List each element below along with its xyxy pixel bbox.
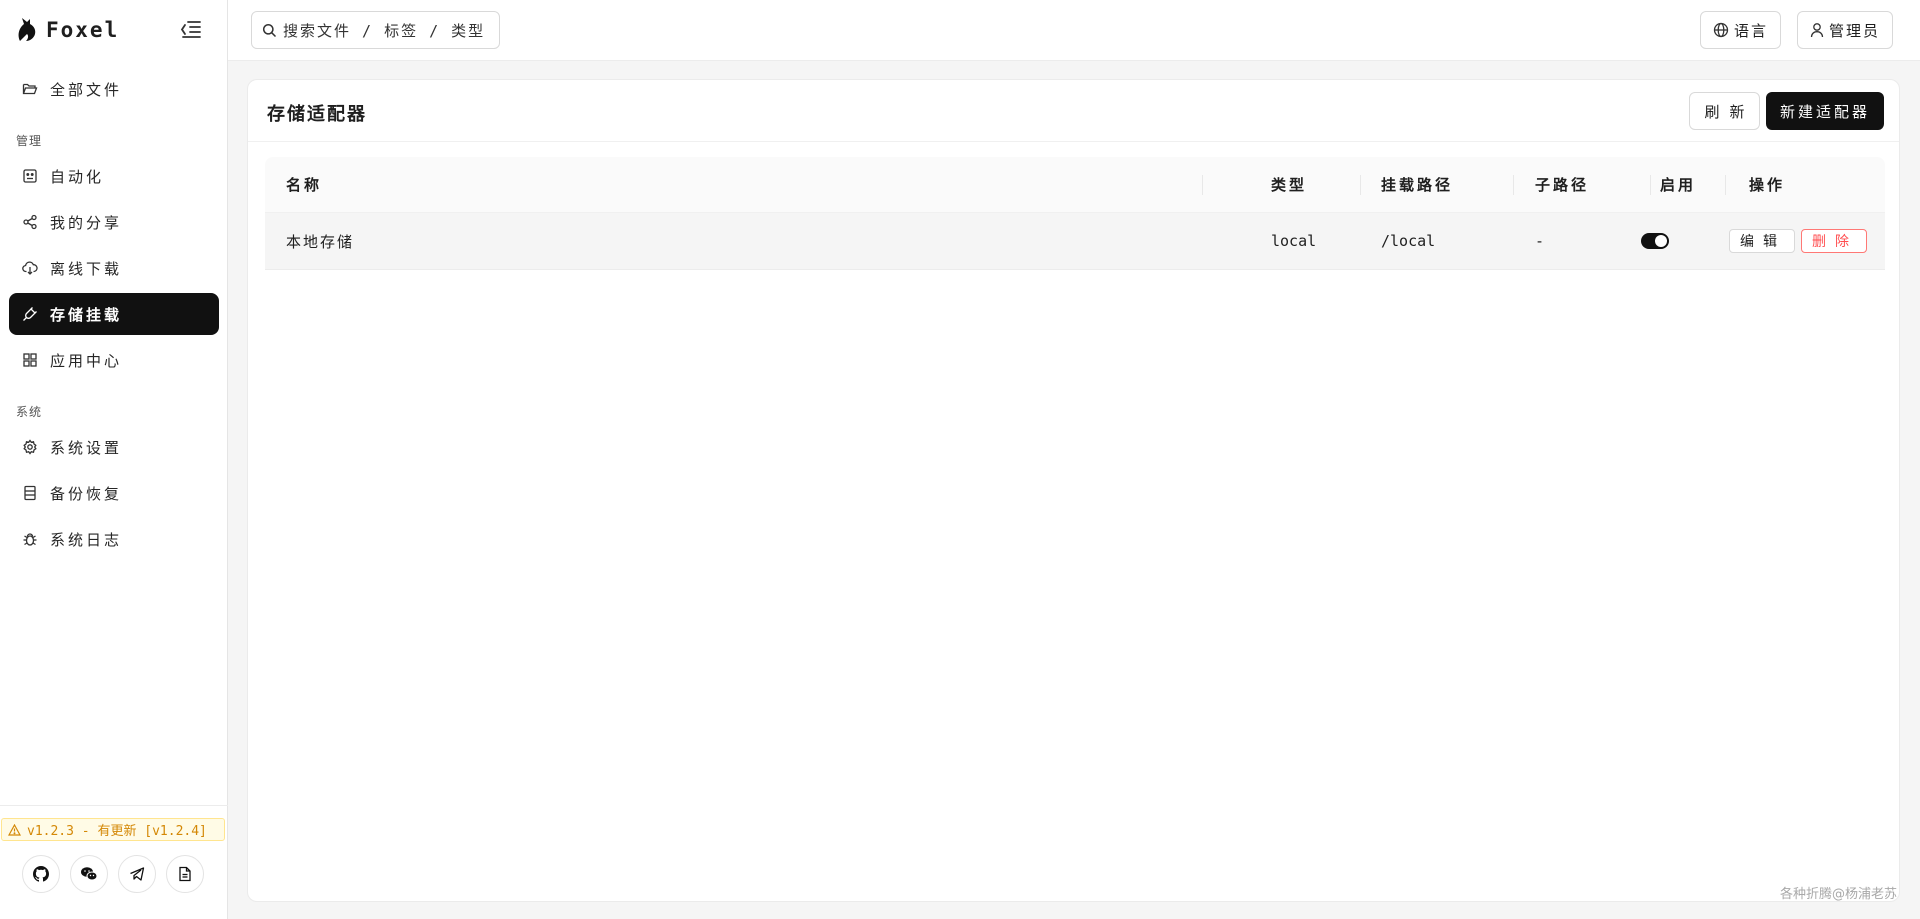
plug-icon bbox=[22, 306, 38, 322]
sidebar-item-label: 离线下载 bbox=[50, 259, 123, 278]
watermark: 各种折腾@杨浦老苏 bbox=[1780, 887, 1898, 902]
sidebar-item-system-settings[interactable]: 系统设置 bbox=[9, 426, 219, 468]
column-divider bbox=[1513, 175, 1514, 195]
sidebar-item-system-logs[interactable]: 系统日志 bbox=[9, 518, 219, 560]
cell-enabled bbox=[1641, 213, 1669, 269]
card-header: 存储适配器 刷新 新建适配器 bbox=[248, 80, 1899, 142]
sidebar-item-my-shares[interactable]: 我的分享 bbox=[9, 201, 219, 243]
sidebar-item-label: 系统设置 bbox=[50, 438, 123, 457]
column-header-name: 名称 bbox=[286, 176, 323, 194]
sidebar-item-label: 应用中心 bbox=[50, 351, 123, 370]
column-header-enabled: 启用 bbox=[1660, 176, 1697, 194]
search-icon bbox=[262, 23, 277, 38]
sidebar-item-label: 全部文件 bbox=[50, 80, 123, 99]
column-divider bbox=[1360, 175, 1361, 195]
bug-icon bbox=[22, 531, 38, 547]
wechat-icon[interactable] bbox=[70, 855, 108, 893]
new-adapter-button[interactable]: 新建适配器 bbox=[1766, 92, 1884, 130]
globe-icon bbox=[1713, 22, 1729, 38]
section-label-system: 系统 bbox=[16, 405, 43, 419]
storage-adapters-card: 存储适配器 刷新 新建适配器 名称 类型 挂载路径 子路径 启用 操作 本地存储… bbox=[247, 79, 1900, 902]
column-header-actions: 操作 bbox=[1749, 176, 1786, 194]
sidebar-item-label: 系统日志 bbox=[50, 530, 123, 549]
sidebar-item-backup-restore[interactable]: 备份恢复 bbox=[9, 472, 219, 514]
share-icon bbox=[22, 214, 38, 230]
collapse-sidebar-icon[interactable] bbox=[180, 19, 204, 41]
robot-icon bbox=[22, 168, 38, 184]
column-header-type: 类型 bbox=[1271, 176, 1308, 194]
cell-type: local bbox=[1271, 232, 1317, 250]
language-label: 语言 bbox=[1734, 21, 1769, 40]
search-input[interactable]: 搜索文件 / 标签 / 类型 bbox=[251, 11, 500, 49]
fox-logo-icon bbox=[16, 17, 38, 43]
cloud-download-icon bbox=[22, 260, 38, 276]
delete-button[interactable]: 删除 bbox=[1801, 229, 1867, 253]
sidebar-footer-divider bbox=[0, 805, 228, 806]
document-icon[interactable] bbox=[166, 855, 204, 893]
cell-name: 本地存储 bbox=[286, 232, 355, 251]
cell-mount-path: /local bbox=[1381, 232, 1436, 250]
top-bar: 搜索文件 / 标签 / 类型 语言 管理员 bbox=[228, 0, 1920, 61]
github-icon[interactable] bbox=[22, 855, 60, 893]
column-divider bbox=[1725, 175, 1726, 195]
section-label-manage: 管理 bbox=[16, 134, 43, 148]
table-row[interactable]: 本地存储 local /local - 编辑 删除 bbox=[265, 213, 1885, 270]
sidebar-item-automation[interactable]: 自动化 bbox=[9, 155, 219, 197]
table-header: 名称 类型 挂载路径 子路径 启用 操作 bbox=[265, 157, 1885, 213]
column-divider bbox=[1650, 175, 1651, 195]
refresh-button[interactable]: 刷新 bbox=[1689, 92, 1760, 130]
search-placeholder: 搜索文件 / 标签 / 类型 bbox=[283, 21, 486, 40]
column-header-mount-path: 挂载路径 bbox=[1381, 176, 1454, 194]
update-notice-text: v1.2.3 - 有更新 [v1.2.4] bbox=[27, 824, 207, 839]
sidebar-item-storage-mount[interactable]: 存储挂载 bbox=[9, 293, 219, 335]
app-name: Foxel bbox=[46, 18, 120, 42]
page-title: 存储适配器 bbox=[267, 104, 367, 125]
sidebar-item-all-files[interactable]: 全部文件 bbox=[9, 68, 219, 110]
user-icon bbox=[1810, 22, 1824, 38]
cell-sub-path: - bbox=[1535, 232, 1545, 250]
column-divider bbox=[1202, 175, 1203, 195]
cell-actions: 编辑 删除 bbox=[1729, 213, 1867, 269]
sidebar-item-offline-download[interactable]: 离线下载 bbox=[9, 247, 219, 289]
adapters-table: 名称 类型 挂载路径 子路径 启用 操作 本地存储 local /local -… bbox=[265, 157, 1885, 270]
sidebar: Foxel 全部文件 管理 自动化 我的分享 离线下载 存储挂载 应用中心 系统… bbox=[0, 0, 228, 919]
enabled-toggle[interactable] bbox=[1641, 233, 1669, 249]
sidebar-footer-links bbox=[22, 855, 204, 893]
user-menu-button[interactable]: 管理员 bbox=[1797, 11, 1894, 49]
telegram-icon[interactable] bbox=[118, 855, 156, 893]
sidebar-item-label: 存储挂载 bbox=[50, 305, 123, 324]
gear-icon bbox=[22, 439, 38, 455]
column-header-sub-path: 子路径 bbox=[1535, 176, 1590, 194]
sidebar-item-label: 自动化 bbox=[50, 167, 105, 186]
folder-open-icon bbox=[22, 81, 38, 97]
sidebar-item-label: 备份恢复 bbox=[50, 484, 123, 503]
language-button[interactable]: 语言 bbox=[1700, 11, 1782, 49]
warning-icon bbox=[8, 823, 21, 836]
database-icon bbox=[22, 485, 38, 501]
edit-button[interactable]: 编辑 bbox=[1729, 229, 1795, 253]
sidebar-item-label: 我的分享 bbox=[50, 213, 123, 232]
update-notice-badge[interactable]: v1.2.3 - 有更新 [v1.2.4] bbox=[1, 818, 225, 841]
user-label: 管理员 bbox=[1829, 21, 1881, 40]
grid-icon bbox=[22, 352, 38, 368]
sidebar-item-app-center[interactable]: 应用中心 bbox=[9, 339, 219, 381]
brand[interactable]: Foxel bbox=[16, 14, 119, 46]
